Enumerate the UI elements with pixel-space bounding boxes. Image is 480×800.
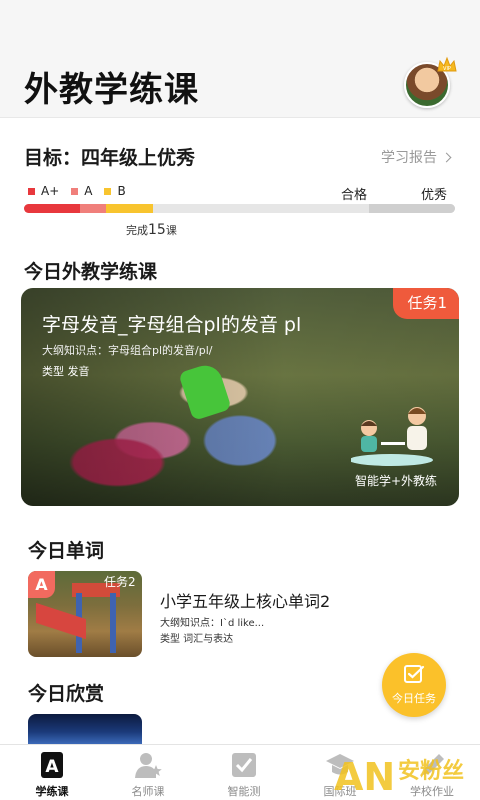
legend-label: B <box>117 184 126 198</box>
tab-label: 智能测 <box>227 785 261 798</box>
legend-item-a-plus: A+ <box>28 184 59 198</box>
legend-swatch <box>104 187 112 195</box>
legend-item-a: A <box>71 184 92 198</box>
tab-label: 名师课 <box>131 785 165 798</box>
legend-label: A <box>84 184 93 198</box>
vip-label: VIP <box>443 66 451 72</box>
study-report-link[interactable]: 学习报告 <box>381 147 452 167</box>
done-count: 15 <box>148 222 166 238</box>
word-task-tag: 任务2 <box>104 575 136 589</box>
teacher-student-illustration <box>351 407 433 466</box>
progress-segment-b <box>105 204 154 213</box>
word-lesson-outline: 大纲知识点：I`d like... <box>160 618 265 629</box>
legend-swatch <box>71 187 79 195</box>
lesson-title: 字母发音_字母组合pl的发音 pl <box>42 314 302 336</box>
tab-practice[interactable]: A 学练课 <box>4 745 100 800</box>
done-prefix: 完成 <box>126 224 148 237</box>
teacher-star-icon <box>135 753 162 778</box>
task-tag: 任务1 <box>393 288 459 319</box>
legend-swatch <box>28 187 35 195</box>
level-progress-bar <box>24 204 455 213</box>
check-box-icon <box>232 753 256 777</box>
enjoy-thumbnail[interactable] <box>28 714 142 744</box>
crown-vip-icon: VIP <box>437 56 457 72</box>
page-title: 外教学练课 <box>24 70 199 110</box>
tab-label: 学练课 <box>35 785 69 798</box>
word-lesson-title[interactable]: 小学五年级上核心单词2 <box>160 588 330 612</box>
lesson-type: 类型 发音 <box>42 365 90 378</box>
progress-segment-a <box>80 204 106 213</box>
progress-segment-excellent-zone <box>368 204 455 213</box>
legend-item-b: B <box>104 184 126 198</box>
done-suffix: 课 <box>165 224 177 237</box>
playground-post <box>110 593 116 653</box>
progress-segment-a- <box>24 204 81 213</box>
tab-smart-test[interactable]: 智能测 <box>196 745 292 800</box>
tab-teacher[interactable]: 名师课 <box>100 745 196 800</box>
study-report-label: 学习报告 <box>381 150 437 166</box>
pass-label: 合格 <box>341 188 368 203</box>
word-lesson-type: 类型 词汇与表达 <box>160 634 234 645</box>
today-lesson-card[interactable]: 任务1 字母发音_字母组合pl的发音 pl 大纲知识点：字母组合pl的发音/pl… <box>21 288 459 506</box>
section-title-today-words: 今日单词 <box>28 540 105 562</box>
grade-badge: A <box>28 571 55 598</box>
legend-label: A+ <box>41 184 60 198</box>
tab-a-letter: A <box>45 757 59 777</box>
today-tasks-label: 今日任务 <box>392 692 436 705</box>
letter-a-book-icon: A <box>41 752 63 778</box>
progress-segment-remaining <box>153 204 369 213</box>
section-title-today-enjoy: 今日欣赏 <box>28 683 105 705</box>
today-tasks-button[interactable]: 今日任务 <box>382 653 446 717</box>
watermark-logo: AN <box>334 755 395 799</box>
section-title-today-lesson: 今日外教学练课 <box>24 261 158 283</box>
goal-text: 目标：四年级上优秀 <box>24 147 196 169</box>
chevron-right-icon <box>441 152 452 162</box>
header: 外教学练课 VIP <box>0 0 480 118</box>
watermark-text: 安粉丝 <box>398 758 464 784</box>
level-legend: A+ A B <box>28 184 126 198</box>
watering-can-image <box>178 361 232 421</box>
site-watermark: AN 安粉丝 <box>334 755 464 799</box>
lesson-outline: 大纲知识点：字母组合pl的发音/pl/ <box>42 344 213 357</box>
lessons-completed: 完成15课 <box>126 222 177 238</box>
lesson-mode-badge: 智能学+外教练 <box>354 474 437 488</box>
excellent-label: 优秀 <box>421 188 448 203</box>
checklist-icon <box>404 665 425 683</box>
